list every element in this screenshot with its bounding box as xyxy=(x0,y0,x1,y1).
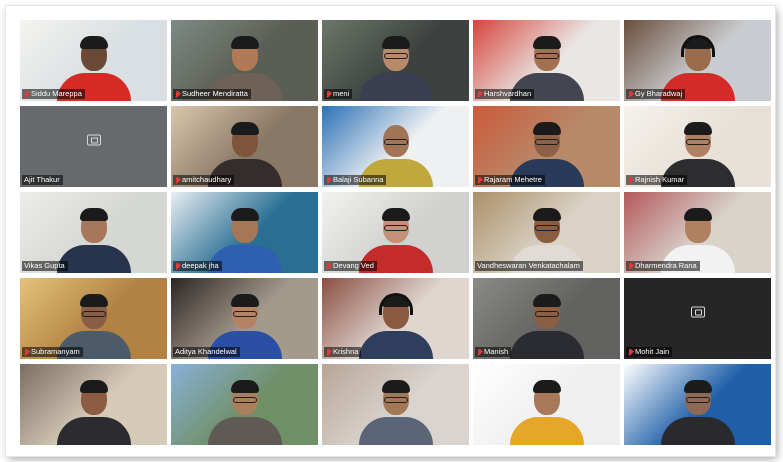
participant-tile[interactable]: Manish xyxy=(473,278,620,359)
participant-name: Vandheswaran Venkatachalam xyxy=(477,261,580,270)
participant-name-label: meni xyxy=(324,89,353,99)
participant-tile[interactable]: Subramanyam xyxy=(20,278,167,359)
participant-name: Siddu Mareppa xyxy=(31,89,82,98)
muted-mic-icon xyxy=(477,176,482,184)
participant-video xyxy=(660,377,735,445)
participant-tile[interactable] xyxy=(473,364,620,445)
participant-tile[interactable]: Vandheswaran Venkatachalam xyxy=(473,192,620,273)
participant-tile[interactable]: Gy Bharadwaj xyxy=(624,20,771,101)
participant-name-label: Manish xyxy=(475,347,512,357)
participant-name-label: Rajaram Mehetre xyxy=(475,175,545,185)
participant-name: Balaji Subanna xyxy=(333,175,384,184)
participant-name-label: Krishna xyxy=(324,347,362,357)
participant-tile[interactable]: amitchaudhary xyxy=(171,106,318,187)
participant-name-label: Ajit Thakur xyxy=(22,175,63,185)
participant-tile[interactable]: Mohit Jain xyxy=(624,278,771,359)
participant-name-label: Balaji Subanna xyxy=(324,175,387,185)
muted-mic-icon xyxy=(477,90,482,98)
participant-name-label: amitchaudhary xyxy=(173,175,235,185)
muted-mic-icon xyxy=(326,90,331,98)
participant-name-label: Mohit Jain xyxy=(626,347,673,357)
muted-mic-icon xyxy=(24,348,29,356)
participant-name: Rajnish Kumar xyxy=(635,175,685,184)
participant-name: Sudheer Mendiratta xyxy=(182,89,248,98)
participant-name-label: Dharmendra Rana xyxy=(626,261,700,271)
participant-tile[interactable] xyxy=(171,364,318,445)
participant-name: Mohit Jain xyxy=(635,347,670,356)
participant-tile[interactable]: meni xyxy=(322,20,469,101)
muted-mic-icon xyxy=(326,176,331,184)
muted-mic-icon xyxy=(628,90,633,98)
participant-tile[interactable]: Harshvardhan xyxy=(473,20,620,101)
participant-name-label: Gy Bharadwaj xyxy=(626,89,686,99)
participant-tile[interactable]: Sudheer Mendiratta xyxy=(171,20,318,101)
participant-tile[interactable]: Siddu Mareppa xyxy=(20,20,167,101)
muted-mic-icon xyxy=(628,348,633,356)
participant-name: Devang Ved xyxy=(333,261,374,270)
participant-name-label: Sudheer Mendiratta xyxy=(173,89,251,99)
participant-tile[interactable]: Devang Ved xyxy=(322,192,469,273)
participant-name-label: Harshvardhan xyxy=(475,89,535,99)
participant-tile[interactable]: Rajaram Mehetre xyxy=(473,106,620,187)
participant-name-label: Rajnish Kumar xyxy=(626,175,688,185)
muted-mic-icon xyxy=(175,90,180,98)
muted-mic-icon xyxy=(628,262,633,270)
participant-tile[interactable] xyxy=(624,364,771,445)
participant-tile[interactable]: Krishna xyxy=(322,278,469,359)
participant-name-label: Siddu Mareppa xyxy=(22,89,85,99)
participant-name-label: deepak jha xyxy=(173,261,222,271)
participant-name: Ajit Thakur xyxy=(24,175,60,184)
participant-name: Manish xyxy=(484,347,509,356)
participant-name: amitchaudhary xyxy=(182,175,232,184)
participant-name-label: Devang Ved xyxy=(324,261,377,271)
participant-name: Dharmendra Rana xyxy=(635,261,697,270)
participant-name: meni xyxy=(333,89,350,98)
participant-name: Vikas Gupta xyxy=(24,261,65,270)
video-off-icon xyxy=(86,134,101,146)
participant-video xyxy=(207,377,282,445)
participant-name: Aditya Khandelwal xyxy=(175,347,237,356)
participant-name-label: Aditya Khandelwal xyxy=(173,347,240,357)
participant-name: Gy Bharadwaj xyxy=(635,89,683,98)
participant-video xyxy=(56,377,131,445)
video-off-icon xyxy=(690,306,705,318)
participant-tile[interactable]: Ajit Thakur xyxy=(20,106,167,187)
participant-tile[interactable]: deepak jha xyxy=(171,192,318,273)
participant-name: Subramanyam xyxy=(31,347,80,356)
participant-tile[interactable]: Vikas Gupta xyxy=(20,192,167,273)
muted-mic-icon xyxy=(477,348,482,356)
muted-mic-icon xyxy=(326,348,331,356)
participant-video xyxy=(358,377,433,445)
muted-mic-icon xyxy=(24,90,29,98)
participant-name-label: Subramanyam xyxy=(22,347,83,357)
participant-name: deepak jha xyxy=(182,261,219,270)
participant-video xyxy=(509,291,584,359)
video-gallery: Siddu Mareppa Sudheer Mendiratta meni Harsh… xyxy=(20,20,773,445)
muted-mic-icon xyxy=(175,262,180,270)
participant-name-label: Vikas Gupta xyxy=(22,261,68,271)
participant-tile[interactable] xyxy=(20,364,167,445)
participant-name: Harshvardhan xyxy=(484,89,532,98)
participant-video xyxy=(358,33,433,101)
participant-tile[interactable] xyxy=(322,364,469,445)
participant-name-label: Vandheswaran Venkatachalam xyxy=(475,261,583,271)
participant-tile[interactable]: Dharmendra Rana xyxy=(624,192,771,273)
participant-name: Rajaram Mehetre xyxy=(484,175,542,184)
participant-video xyxy=(509,377,584,445)
participant-tile[interactable]: Aditya Khandelwal xyxy=(171,278,318,359)
participant-tile[interactable]: Balaji Subanna xyxy=(322,106,469,187)
participant-name: Krishna xyxy=(333,347,359,356)
muted-mic-icon xyxy=(175,176,180,184)
participant-video xyxy=(358,291,433,359)
muted-mic-icon xyxy=(326,262,331,270)
participant-tile[interactable]: Rajnish Kumar xyxy=(624,106,771,187)
muted-mic-icon xyxy=(628,176,633,184)
